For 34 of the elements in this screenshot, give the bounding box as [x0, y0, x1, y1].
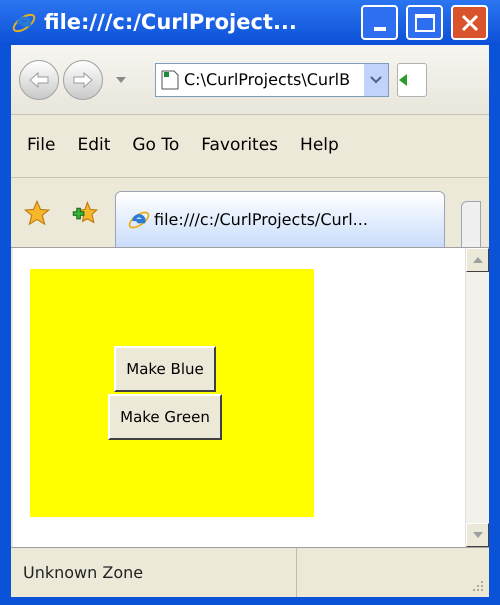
- chevron-down-icon: [370, 76, 382, 84]
- refresh-button[interactable]: [397, 62, 427, 96]
- scroll-down-button[interactable]: [466, 523, 489, 547]
- close-icon: [460, 12, 480, 32]
- down-arrow-icon: [472, 532, 482, 538]
- go-arrow-icon: [398, 72, 408, 86]
- minimize-button[interactable]: [361, 5, 398, 40]
- close-button[interactable]: [451, 5, 488, 40]
- page-button[interactable]: Make Blue: [114, 346, 216, 392]
- document-icon: [160, 68, 180, 90]
- menu-item[interactable]: Go To: [132, 133, 180, 159]
- browser-tab[interactable]: file:///c:/CurlProjects/Curl...: [115, 191, 445, 247]
- page-button[interactable]: Make Green: [108, 394, 222, 440]
- menu-item[interactable]: Favorites: [201, 133, 278, 159]
- address-field[interactable]: C:\CurlProjects\CurlB: [155, 62, 389, 96]
- menu-item[interactable]: File: [27, 133, 56, 159]
- add-favorite-icon[interactable]: [71, 198, 99, 226]
- menu-item[interactable]: Help: [300, 133, 339, 159]
- browser-logo-icon: [128, 208, 150, 230]
- up-arrow-icon: [472, 257, 482, 263]
- dropdown-arrow-icon[interactable]: [115, 76, 127, 84]
- back-arrow-icon: [28, 70, 50, 88]
- zone-status: Unknown Zone: [11, 548, 297, 597]
- menu-item[interactable]: Edit: [77, 133, 110, 159]
- forward-arrow-icon: [72, 70, 94, 88]
- vertical-scrollbar[interactable]: [465, 248, 489, 547]
- maximize-button[interactable]: [406, 5, 443, 40]
- window-title: file:///c:/CurlProject...: [44, 8, 297, 36]
- resize-grip-icon[interactable]: [471, 579, 485, 593]
- scroll-up-button[interactable]: [466, 248, 489, 272]
- back-button[interactable]: [19, 60, 59, 100]
- favorites-star-icon[interactable]: [23, 198, 51, 226]
- address-dropdown-button[interactable]: [364, 64, 388, 96]
- forward-button[interactable]: [63, 60, 103, 100]
